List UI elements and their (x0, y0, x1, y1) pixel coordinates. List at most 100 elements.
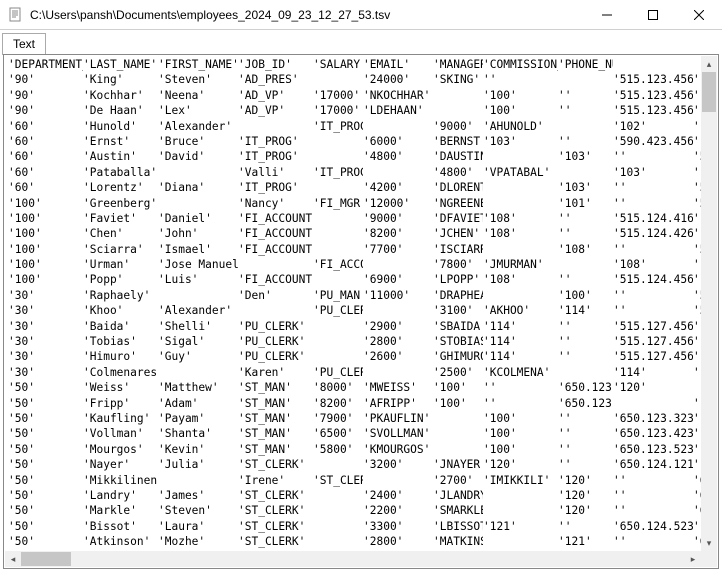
close-button[interactable] (676, 0, 722, 29)
vertical-scroll-thumb[interactable] (702, 72, 716, 112)
cell: '9000' (363, 211, 433, 226)
cell: 'Shelli' (158, 319, 238, 334)
cell: '515.127.4562' (693, 303, 701, 318)
cell: '108' (483, 226, 558, 241)
cell: '11000' (363, 288, 433, 303)
horizontal-scroll-thumb[interactable] (21, 552, 71, 566)
cell: 'Pataballa' (83, 165, 158, 180)
cell: 'Sigal' (158, 334, 238, 349)
cell: '120' (483, 457, 558, 472)
cell: '650.123.5234' (613, 442, 693, 457)
cell: '' (693, 119, 701, 134)
cell: '100' (8, 272, 83, 287)
window-controls (584, 0, 722, 29)
table-row: '30''Raphaely''Den''PU_MAN''11000''DRAPH… (8, 288, 697, 303)
cell: '103' (558, 149, 613, 164)
tab-text[interactable]: Text (2, 33, 46, 55)
cell: 'Sciarra' (83, 242, 158, 257)
cell: 'IMIKKILI' (483, 473, 558, 488)
cell: 'Irene' (238, 473, 313, 488)
cell: '2900' (363, 319, 433, 334)
table-row: '50''Bissot''Laura''ST_CLERK''3300''LBIS… (8, 519, 697, 534)
maximize-button[interactable] (630, 0, 676, 29)
cell: 'JNAYER' (433, 457, 483, 472)
table-row: '50''Vollman''Shanta''ST_MAN''6500''SVOL… (8, 426, 697, 441)
cell: '2600' (363, 349, 433, 364)
cell: '103' (613, 165, 693, 180)
scroll-down-icon[interactable]: ▾ (701, 535, 717, 551)
cell: 'AD_VP' (238, 103, 313, 118)
horizontal-scrollbar[interactable]: ◂ ▸ (5, 551, 701, 567)
cell: '6500' (313, 426, 363, 441)
cell: 'IT_PROG' (313, 165, 363, 180)
cell: 'SVOLLMAN' (363, 426, 433, 441)
cell: '2200' (363, 503, 433, 518)
column-header: 'EMAIL' (363, 57, 433, 72)
cell: 'Shanta' (158, 426, 238, 441)
minimize-button[interactable] (584, 0, 630, 29)
cell: '129' (693, 519, 701, 534)
cell: 'NKOCHHAR' (363, 88, 433, 103)
cell: '515.124.4169' (613, 211, 693, 226)
cell: 'ST_CLERK' (238, 488, 313, 503)
cell: '4800' (433, 165, 483, 180)
cell: 'John' (158, 226, 238, 241)
scroll-up-icon[interactable]: ▴ (701, 56, 717, 72)
cell: 'LBISSOT' (433, 519, 483, 534)
cell: 'SBAIDA' (433, 319, 483, 334)
cell: '' (693, 365, 701, 380)
cell: 'JMURMAN' (483, 257, 558, 272)
content-frame: 'DEPARTMENT_ID''LAST_NAME''FIRST_NAME''J… (3, 54, 719, 569)
cell: '12000' (363, 196, 433, 211)
cell: '100' (483, 411, 558, 426)
cell: '' (693, 257, 701, 272)
cell: '' (693, 165, 701, 180)
table-row: '100''Sciarra''Ismael''FI_ACCOUNT''7700'… (8, 242, 697, 257)
cell: '100' (483, 426, 558, 441)
cell: '120' (558, 473, 613, 488)
cell: 'Payam' (158, 411, 238, 426)
cell: '' (558, 349, 613, 364)
table-row: '50''Landry''James''ST_CLERK''2400''JLAN… (8, 488, 697, 503)
cell: 'Popp' (83, 272, 158, 287)
cell: '114' (613, 365, 693, 380)
cell: '515.127.4565' (613, 349, 693, 364)
cell: '3100' (433, 303, 483, 318)
cell: 'Nayer' (83, 457, 158, 472)
cell: '100' (8, 257, 83, 272)
cell: '' (558, 211, 613, 226)
scroll-left-icon[interactable]: ◂ (5, 551, 21, 567)
column-header: 'MANAGER_ID' (433, 57, 483, 72)
cell: '114' (483, 319, 558, 334)
cell: '650.124.5234' (613, 519, 693, 534)
table-row: '60''Ernst''Bruce''IT_PROG''6000''BERNST… (8, 134, 697, 149)
scroll-right-icon[interactable]: ▸ (685, 551, 701, 567)
cell: '114' (483, 349, 558, 364)
cell: 'Mozhe' (158, 534, 238, 549)
table-row: '50''Weiss''Matthew''ST_MAN''8000''MWEIS… (8, 380, 697, 395)
cell: '108' (483, 211, 558, 226)
cell: '100' (8, 196, 83, 211)
table-row: '90''De Haan''Lex''AD_VP''17000''LDEHAAN… (8, 103, 697, 118)
cell: '50' (8, 519, 83, 534)
cell: '515.124.4269' (613, 226, 693, 241)
cell: '17000' (313, 88, 363, 103)
text-area[interactable]: 'DEPARTMENT_ID''LAST_NAME''FIRST_NAME''J… (4, 55, 701, 551)
cell: 'ST_MAN' (238, 411, 313, 426)
cell: 'Bissot' (83, 519, 158, 534)
cell: '90' (8, 88, 83, 103)
cell: '6900' (363, 272, 433, 287)
cell: '515.127.4564' (613, 334, 693, 349)
cell: '30' (8, 288, 83, 303)
window-title: C:\Users\pansh\Documents\employees_2024_… (26, 8, 584, 22)
cell: 'Matthew' (158, 380, 238, 395)
cell: 'GHIMURO' (433, 349, 483, 364)
cell: 'Hunold' (83, 119, 158, 134)
cell: '' (613, 534, 693, 549)
cell: 'Kaufling' (83, 411, 158, 426)
cell: '100' (8, 242, 83, 257)
cell: 'Julia' (158, 457, 238, 472)
vertical-scrollbar[interactable]: ▴ ▾ (701, 56, 717, 551)
column-header: 'COMMISSION_PCT' (483, 57, 558, 72)
cell: '' (558, 103, 613, 118)
